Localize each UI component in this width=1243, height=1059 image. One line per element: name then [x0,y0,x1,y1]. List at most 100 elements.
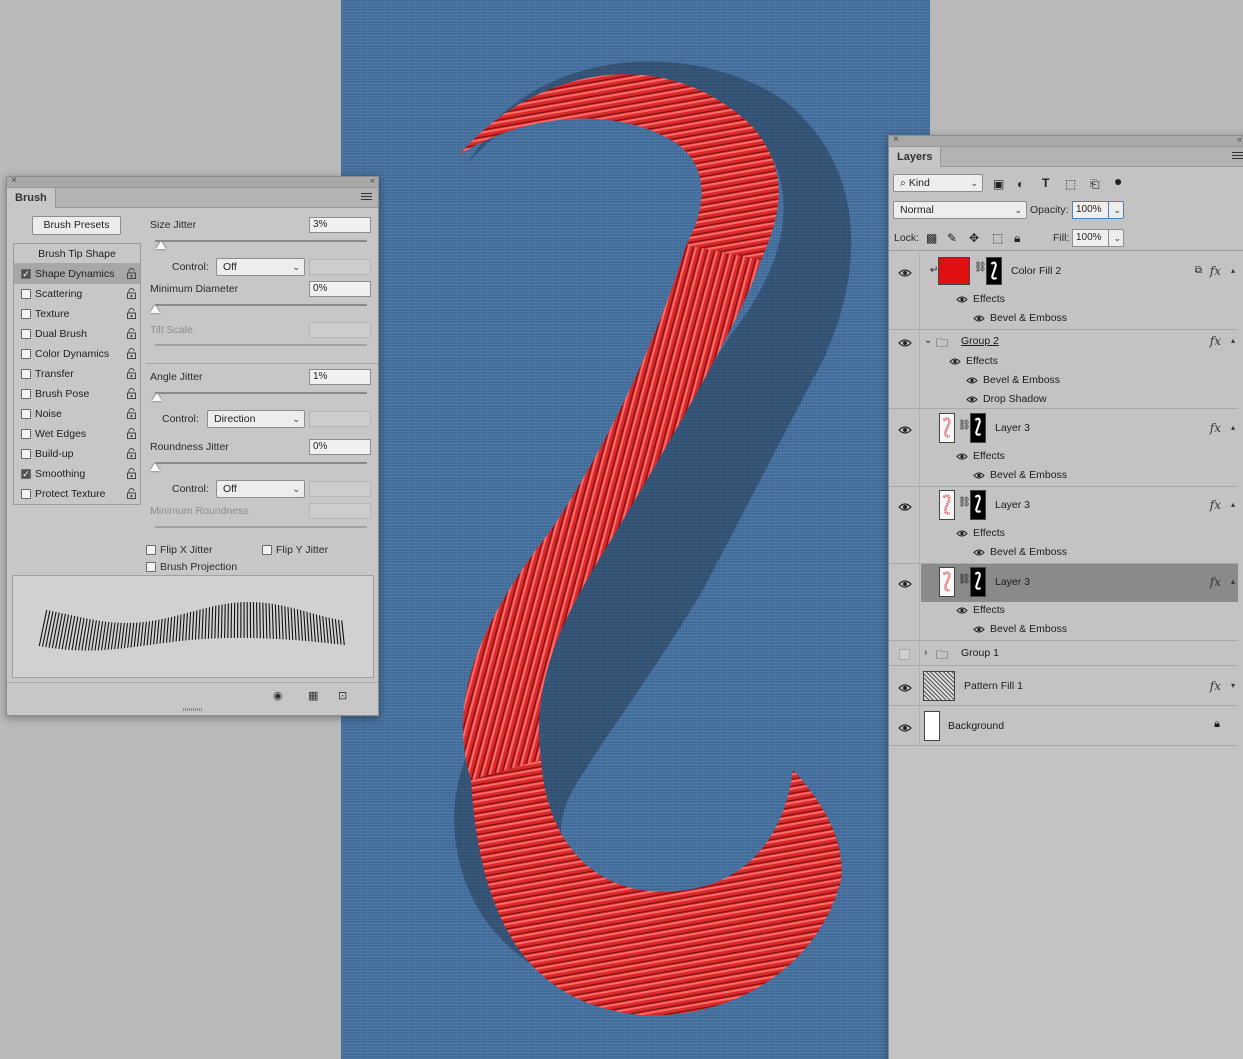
pixel-layer-filter-icon[interactable]: ▣ [993,177,1004,191]
eye-icon[interactable] [898,502,912,511]
lock-icon[interactable] [127,328,136,339]
angle-jitter-field[interactable]: 1% [309,369,371,385]
roundness-jitter-thumb[interactable] [150,463,160,471]
opacity-field[interactable]: 100% [1072,201,1109,219]
eye-icon[interactable] [956,607,968,614]
minimum-diameter-thumb[interactable] [150,305,160,313]
layer-row[interactable]: ⛓ Layer 3 fx ▴ Effects Bevel & Emboss [889,487,1238,564]
layer-row[interactable]: Pattern Fill 1 fx ▾ [889,667,1238,706]
visibility-toggle[interactable] [899,649,910,660]
brush-option-checkbox[interactable]: ✓ [21,469,31,479]
eye-icon[interactable] [966,396,978,403]
effects-row[interactable]: Effects [956,450,1005,462]
visibility-column[interactable] [889,331,920,408]
brush-option-item[interactable]: Color Dynamics [14,344,140,364]
fx-icon[interactable]: fx [1210,264,1221,278]
layer-name[interactable]: Background [948,720,1004,732]
brush-option-checkbox[interactable] [21,309,31,319]
chevron-down-icon[interactable]: ▾ [1231,681,1235,690]
link-icon[interactable]: ⛓ [974,262,987,273]
control-select[interactable]: Direction ⌄ [207,410,305,428]
size-jitter-slider[interactable] [155,240,367,242]
layer-name[interactable]: Layer 3 [995,576,1030,588]
lock-icon[interactable] [127,448,136,459]
visibility-column[interactable] [889,487,920,563]
blend-mode-select[interactable]: Normal ⌄ [893,201,1027,219]
panel-menu-icon[interactable] [1232,152,1243,161]
brush-option-item[interactable]: Noise [14,404,140,424]
fx-icon[interactable]: fx [1210,334,1221,348]
layer-row[interactable]: ⌄ 🗀︎ Group 2 fx ▴ Effects Bevel & Emboss Drop S… [889,331,1238,409]
brush-option-checkbox[interactable]: ✓ [21,269,31,279]
eye-icon[interactable] [898,425,912,434]
flip-x-checkbox[interactable] [146,545,156,555]
layer-row[interactable]: ⛓ Layer 3 fx ▴ Effects Bevel & Emboss [889,564,1238,641]
effects-row[interactable]: Effects [956,527,1005,539]
brush-presets-button[interactable]: Brush Presets [32,216,121,235]
collapse-icon[interactable]: ‹‹ [370,175,375,185]
close-icon[interactable]: × [11,175,17,186]
lock-icon[interactable] [127,368,136,379]
brush-option-checkbox[interactable] [21,289,31,299]
eye-icon[interactable] [898,579,912,588]
layer-name[interactable]: Pattern Fill 1 [964,680,1023,692]
minimum-diameter-field[interactable]: 0% [309,281,371,297]
brush-option-checkbox[interactable] [21,369,31,379]
lock-icon[interactable] [127,268,136,279]
brush-option-checkbox[interactable] [21,429,31,439]
tab-brush[interactable]: Brush [7,188,56,208]
control-select[interactable]: Off ⌄ [216,258,305,276]
resize-grip[interactable] [183,708,203,711]
layer-name[interactable]: Group 2 [961,335,999,347]
effects-row[interactable]: Effects [956,604,1005,616]
visibility-column[interactable] [889,707,920,745]
chevron-up-icon[interactable]: ▴ [1231,500,1235,509]
eye-icon[interactable] [966,377,978,384]
layer-name[interactable]: Layer 3 [995,422,1030,434]
brush-option-item[interactable]: Texture [14,304,140,324]
lock-icon[interactable] [127,388,136,399]
brush-option-item[interactable]: Protect Texture [14,484,140,504]
brush-option-item[interactable]: Dual Brush [14,324,140,344]
adjustment-layer-filter-icon[interactable]: ◐ [1017,177,1024,191]
chevron-down-icon[interactable]: ⌄ [924,335,932,346]
chevron-up-icon[interactable]: ▴ [1231,266,1235,275]
close-icon[interactable]: × [893,134,899,145]
chevron-right-icon[interactable]: › [924,647,927,658]
smart-object-filter-icon[interactable]: ⎗ [1090,177,1100,191]
eye-icon[interactable] [898,683,912,692]
brush-option-checkbox[interactable] [21,329,31,339]
size-jitter-field[interactable]: 3% [309,217,371,233]
link-icon[interactable]: ⛓ [958,497,971,508]
brush-tip-shape-item[interactable]: Brush Tip Shape [14,244,140,264]
eye-icon[interactable] [956,530,968,537]
fx-icon[interactable]: fx [1210,679,1221,693]
layer-row[interactable]: ⛓ Layer 3 fx ▴ Effects Bevel & Emboss [889,410,1238,487]
document-canvas[interactable] [341,0,930,1059]
eye-icon[interactable] [956,453,968,460]
effect-item[interactable]: Drop Shadow [966,393,1047,405]
layer-name[interactable]: Color Fill 2 [1011,265,1061,277]
shape-layer-filter-icon[interactable]: ⬚ [1065,177,1076,191]
lock-icon[interactable] [127,468,136,479]
fill-dropdown[interactable]: ⌄ [1108,229,1124,247]
brush-option-checkbox[interactable] [21,389,31,399]
type-layer-filter-icon[interactable]: T [1042,176,1049,190]
fx-icon[interactable]: fx [1210,575,1221,589]
visibility-column[interactable] [889,253,920,329]
eye-icon[interactable] [898,338,912,347]
eye-icon[interactable] [973,315,985,322]
eye-icon[interactable] [898,268,912,277]
angle-jitter-thumb[interactable] [152,393,163,401]
link-icon[interactable]: ⛓ [958,420,971,431]
visibility-column[interactable] [889,410,920,486]
effect-item[interactable]: Bevel & Emboss [973,623,1067,635]
effect-item[interactable]: Bevel & Emboss [973,312,1067,324]
lock-icon[interactable] [127,288,136,299]
minimum-diameter-slider[interactable] [155,304,367,306]
brush-option-item[interactable]: Transfer [14,364,140,384]
tab-layers[interactable]: Layers [889,147,942,167]
eye-icon[interactable] [973,472,985,479]
lock-transparency-icon[interactable]: ▩ [926,231,937,245]
eye-icon[interactable] [973,626,985,633]
